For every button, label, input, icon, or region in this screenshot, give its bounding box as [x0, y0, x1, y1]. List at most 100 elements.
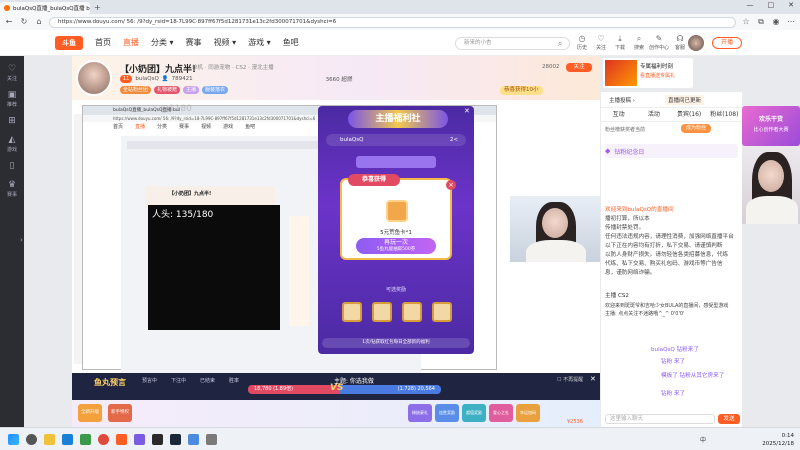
sidebar-item-recommend[interactable]: ▣ 推荐 — [0, 90, 24, 108]
send-button[interactable]: 发送 — [718, 414, 740, 424]
sidebar-expand-icon[interactable]: › — [20, 236, 26, 250]
left-team-bar[interactable]: 18,780 (1.89倍) — [248, 385, 341, 394]
tag-gift[interactable]: 礼物被赠 — [154, 86, 181, 94]
gift-love[interactable]: 爱心之礼 — [489, 404, 513, 422]
sidebar-item-events[interactable]: ♛ 赛事 — [0, 180, 24, 198]
grid-icon: ⊞ — [8, 116, 16, 126]
nav-home[interactable]: 首页 — [95, 37, 111, 48]
right-team-bar[interactable]: (1.728) 20,564 — [340, 385, 441, 394]
star-icon[interactable]: ☆ — [741, 17, 751, 27]
steam-icon[interactable] — [170, 434, 181, 445]
play-again-button[interactable]: 再玩一次 5鱼丸能抽取500券 — [356, 238, 436, 254]
nav-live[interactable]: 直播 — [123, 37, 139, 48]
gift-streak[interactable]: 连胜奖励 — [435, 404, 459, 422]
no-remind-toggle[interactable]: ☐ 不再提醒 — [557, 376, 583, 383]
streamer-submit-link[interactable]: 主播投稿 › — [609, 96, 635, 104]
nav-video[interactable]: 视频 ▾ — [214, 37, 237, 48]
prediction-tab[interactable]: 已结束 — [200, 377, 215, 384]
taskbar-app-icon[interactable] — [80, 434, 91, 445]
result-close-icon[interactable]: × — [446, 180, 456, 190]
file-explorer-icon[interactable] — [44, 434, 55, 445]
new-tab-button[interactable]: + — [94, 3, 101, 12]
prediction-tab[interactable]: 胜率 — [229, 377, 239, 384]
browser-tab[interactable]: bulaQsQ直播_bulaQsQ直播 bul — [0, 2, 90, 14]
gift-upgrade[interactable]: 全新升级 — [78, 404, 102, 422]
chat-event: 钻粉 来了 — [661, 391, 686, 397]
streamer-avatar[interactable] — [76, 60, 112, 96]
chat-input[interactable]: 这里输入聊天 — [605, 414, 715, 424]
prize-slot[interactable] — [342, 302, 362, 322]
room-updated-badge[interactable]: 直播间已更新 — [664, 94, 704, 105]
close-window-button[interactable]: ✕ — [788, 1, 794, 9]
search-tool-button[interactable]: ⌕ 搜索 — [629, 34, 649, 51]
profile-icon[interactable]: ◉ — [771, 17, 781, 27]
nav-category[interactable]: 分类 ▾ — [151, 37, 174, 48]
gift-value[interactable]: 超值奖励 — [462, 404, 486, 422]
sidebar-item-follow[interactable]: ♡ 关注 — [0, 64, 24, 82]
prize-slot[interactable] — [372, 302, 392, 322]
chrome-icon[interactable] — [98, 434, 109, 445]
tag-streamer[interactable]: 主播 — [183, 86, 200, 94]
tab-vip[interactable]: 贵宾(16) — [672, 108, 707, 122]
gift-rare[interactable]: 稀缺豪礼 — [408, 404, 432, 422]
tab-activity[interactable]: 活动 — [636, 108, 671, 122]
prize-slot[interactable] — [402, 302, 422, 322]
coin-balance[interactable]: ¥2536 — [567, 419, 583, 425]
search-input[interactable]: 新来的小杏 — [455, 37, 570, 50]
ad-box[interactable]: 专属福利时刻 看直播送专属礼 — [603, 58, 693, 88]
tab-fans[interactable]: 粉丝(108) — [707, 108, 742, 122]
tag-outfit[interactable]: 服装落衣 — [202, 86, 229, 94]
pinned-banner[interactable]: ◆ 钻粉纪念日 — [605, 144, 738, 158]
minimize-button[interactable]: — — [747, 1, 754, 9]
prediction-close-icon[interactable]: ✕ — [590, 375, 596, 383]
url-field[interactable]: https://www.douyu.com/ 56: /9?dy_rsid=18… — [49, 16, 736, 28]
follow-button[interactable]: 关注 — [566, 63, 592, 72]
sidebar-item-mobile[interactable]: ▯ — [0, 161, 24, 172]
tray-weather[interactable]: 中 — [700, 435, 706, 444]
nav-games[interactable]: 游戏 ▾ — [248, 37, 271, 48]
douyu-app-icon[interactable] — [116, 434, 127, 445]
room-breadcrumb[interactable]: 单机 · 同游宠物 · CS2 · 漫北主播 — [192, 63, 274, 71]
chevron-down-icon: ▾ — [232, 38, 237, 47]
prize-slot[interactable] — [432, 302, 452, 322]
tab-interact[interactable]: 互动 — [601, 108, 636, 122]
tag-fans[interactable]: 全站粉丝团 — [120, 86, 152, 94]
maximize-button[interactable]: □ — [768, 1, 775, 9]
back-icon[interactable]: ← — [4, 17, 14, 27]
follow-list-button[interactable]: ♡ 关注 — [591, 34, 611, 51]
creator-center-button[interactable]: ✎ 创作中心 — [647, 34, 671, 51]
promo-banner[interactable]: 欢乐干货 比心创作者大赛 — [742, 106, 800, 146]
taskbar-app-icon[interactable] — [206, 434, 217, 445]
search-icon[interactable]: ⌕ — [558, 39, 562, 49]
nav-events[interactable]: 赛事 — [186, 37, 202, 48]
streamer-name[interactable]: bulaQsQ — [135, 76, 158, 82]
windows-start-icon[interactable] — [8, 434, 19, 445]
extensions-icon[interactable]: ⧉ — [756, 17, 766, 27]
history-button[interactable]: ◷ 历史 — [572, 34, 592, 51]
douyu-logo[interactable]: 斗鱼 — [55, 35, 83, 50]
banner-badge[interactable]: 恭喜获得10小 — [500, 86, 543, 95]
prediction-tab[interactable]: 下注中 — [171, 377, 186, 384]
popup-tab-strip[interactable] — [356, 156, 436, 168]
gift-newbie[interactable]: 新手特权 — [108, 404, 132, 422]
taskbar-app-icon[interactable] — [134, 434, 145, 445]
prediction-tab[interactable]: 预言中 — [142, 377, 157, 384]
nav-fishbar[interactable]: 鱼吧 — [283, 37, 299, 48]
open-stream-button[interactable]: 开播 — [712, 37, 742, 49]
refresh-icon[interactable]: ↻ — [19, 17, 29, 27]
sidebar-item-category[interactable]: ⊞ — [0, 116, 24, 127]
popup-close-icon[interactable]: ✕ — [464, 107, 470, 115]
home-icon[interactable]: ⌂ — [34, 17, 44, 27]
become-fan-button[interactable]: 成为粉丝 — [681, 124, 711, 133]
gift-lucky[interactable]: 幸运加码 — [516, 404, 540, 422]
more-icon[interactable]: ⋯ — [786, 17, 796, 27]
system-clock[interactable]: 0:14 2025/12/18 — [762, 432, 794, 448]
user-avatar[interactable] — [688, 35, 704, 51]
taskbar-app-icon[interactable] — [152, 434, 163, 445]
sidebar-item-games[interactable]: ◭ 游戏 — [0, 135, 24, 153]
download-button[interactable]: ⤓ 下载 — [610, 34, 630, 51]
edge-icon[interactable] — [62, 434, 73, 445]
service-button[interactable]: ☊ 客服 — [670, 34, 690, 51]
taskbar-search-icon[interactable] — [26, 434, 37, 445]
taskbar-app-icon[interactable] — [188, 434, 199, 445]
